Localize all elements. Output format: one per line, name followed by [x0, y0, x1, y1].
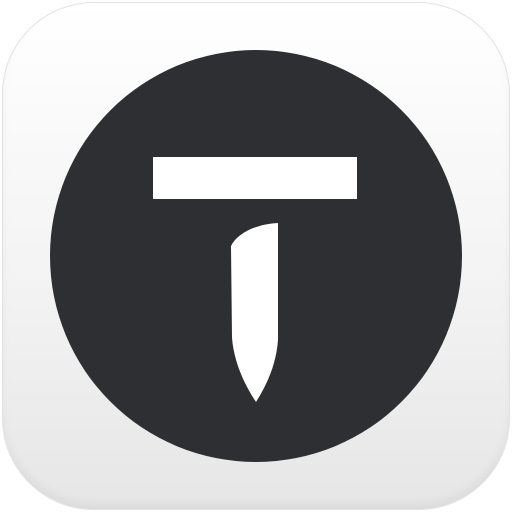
letter-t-pen-logo-icon [50, 50, 462, 462]
app-icon[interactable] [0, 0, 512, 512]
logo-t-crossbar [153, 157, 357, 199]
